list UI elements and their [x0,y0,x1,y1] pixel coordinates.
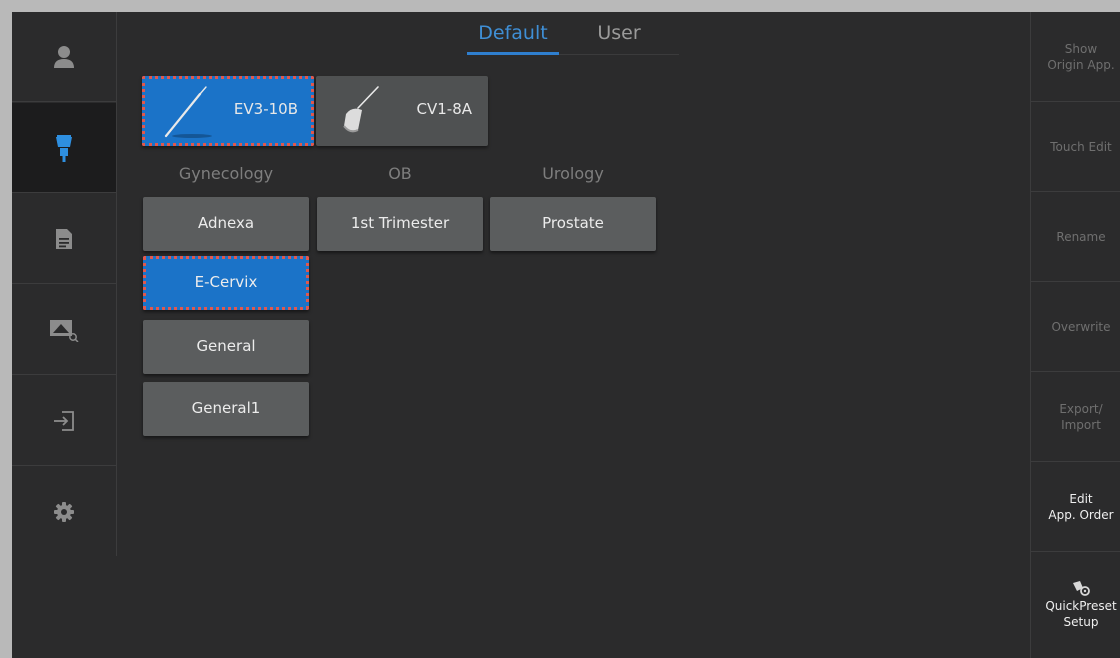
gear-icon [54,502,74,522]
button-label: Origin App. [1047,57,1115,72]
sidebar-item-probe[interactable] [12,103,116,193]
quickpreset-setup-button[interactable]: QuickPreset Setup [1031,552,1120,658]
app-button-general[interactable]: General [143,320,309,374]
person-icon [54,45,74,68]
convex-probe-icon [343,86,379,133]
button-label: Setup [1063,615,1099,629]
probe-button-ev3-10b[interactable]: EV3-10B [142,76,314,146]
edit-app-order-button[interactable]: Edit App. Order [1031,462,1120,552]
button-label: Show [1064,41,1098,56]
button-label: Import [1061,417,1101,432]
category-ob: OB [388,164,412,183]
button-label: Overwrite [1051,319,1111,334]
button-label: Export/ [1059,401,1103,416]
preset-screen: Default User EV3-10B CV1-8A Gynecology O… [12,12,1120,658]
category-urology: Urology [542,164,604,183]
tab-default[interactable]: Default [467,18,559,55]
preset-tabs: Default User [467,18,679,56]
touch-edit-button[interactable]: Touch Edit [1031,102,1120,192]
app-button-e-cervix[interactable]: E-Cervix [143,256,309,310]
left-sidebar [12,12,117,556]
app-button-1st-trimester[interactable]: 1st Trimester [317,197,483,251]
button-label: Rename [1056,229,1106,244]
sidebar-item-settings[interactable] [12,467,116,557]
export-import-button[interactable]: Export/ Import [1031,372,1120,462]
endocavity-probe-icon [164,86,212,138]
tab-user[interactable]: User [559,18,679,55]
overwrite-button[interactable]: Overwrite [1031,282,1120,372]
sidebar-item-report[interactable] [12,194,116,284]
probe-settings-icon [1073,581,1090,596]
rename-button[interactable]: Rename [1031,192,1120,282]
exit-icon [54,410,74,431]
probe-icon [56,134,72,162]
right-action-panel: Show Origin App. Touch Edit Rename Overw… [1030,12,1120,658]
probe-label: EV3-10B [233,100,298,118]
button-label: QuickPreset [1045,599,1117,613]
sidebar-item-exit[interactable] [12,376,116,466]
probe-label: CV1-8A [416,100,473,118]
document-icon [56,228,72,249]
image-review-icon [50,319,79,342]
app-button-general1[interactable]: General1 [143,382,309,436]
button-label: Touch Edit [1050,139,1112,154]
category-gynecology: Gynecology [178,164,274,183]
sidebar-item-patient[interactable] [12,12,116,102]
probe-button-cv1-8a[interactable]: CV1-8A [316,76,488,146]
sidebar-item-review[interactable] [12,285,116,375]
show-origin-app-button[interactable]: Show Origin App. [1031,12,1120,102]
button-label: Edit [1069,491,1093,506]
app-button-adnexa[interactable]: Adnexa [143,197,309,251]
button-label: App. Order [1048,507,1114,522]
app-button-prostate[interactable]: Prostate [490,197,656,251]
